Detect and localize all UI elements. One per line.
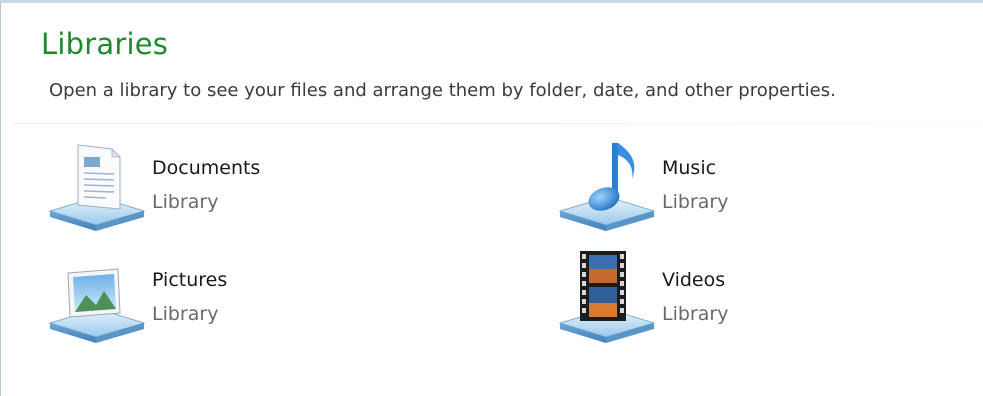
videos-library-icon: [558, 251, 656, 343]
library-name: Music: [662, 157, 717, 179]
library-name: Videos: [662, 269, 726, 291]
documents-library-icon: [48, 144, 146, 231]
library-name: Documents: [152, 157, 261, 179]
page-description: Open a library to see your files and arr…: [49, 80, 836, 101]
library-type: Library: [152, 303, 219, 325]
library-item-pictures[interactable]: Pictures Library: [46, 251, 376, 343]
libraries-pane: Libraries Open a library to see your fil…: [0, 0, 983, 396]
header-divider: [13, 123, 983, 124]
music-library-icon: [558, 143, 656, 231]
library-item-documents[interactable]: Documents Library: [46, 139, 376, 231]
library-type: Library: [662, 303, 729, 325]
library-type: Library: [662, 191, 729, 213]
library-item-music[interactable]: Music Library: [556, 139, 886, 231]
library-type: Library: [152, 191, 219, 213]
library-name: Pictures: [152, 269, 228, 291]
pictures-library-icon: [48, 268, 146, 343]
library-item-videos[interactable]: Videos Library: [556, 251, 886, 343]
page-title: Libraries: [41, 27, 169, 61]
